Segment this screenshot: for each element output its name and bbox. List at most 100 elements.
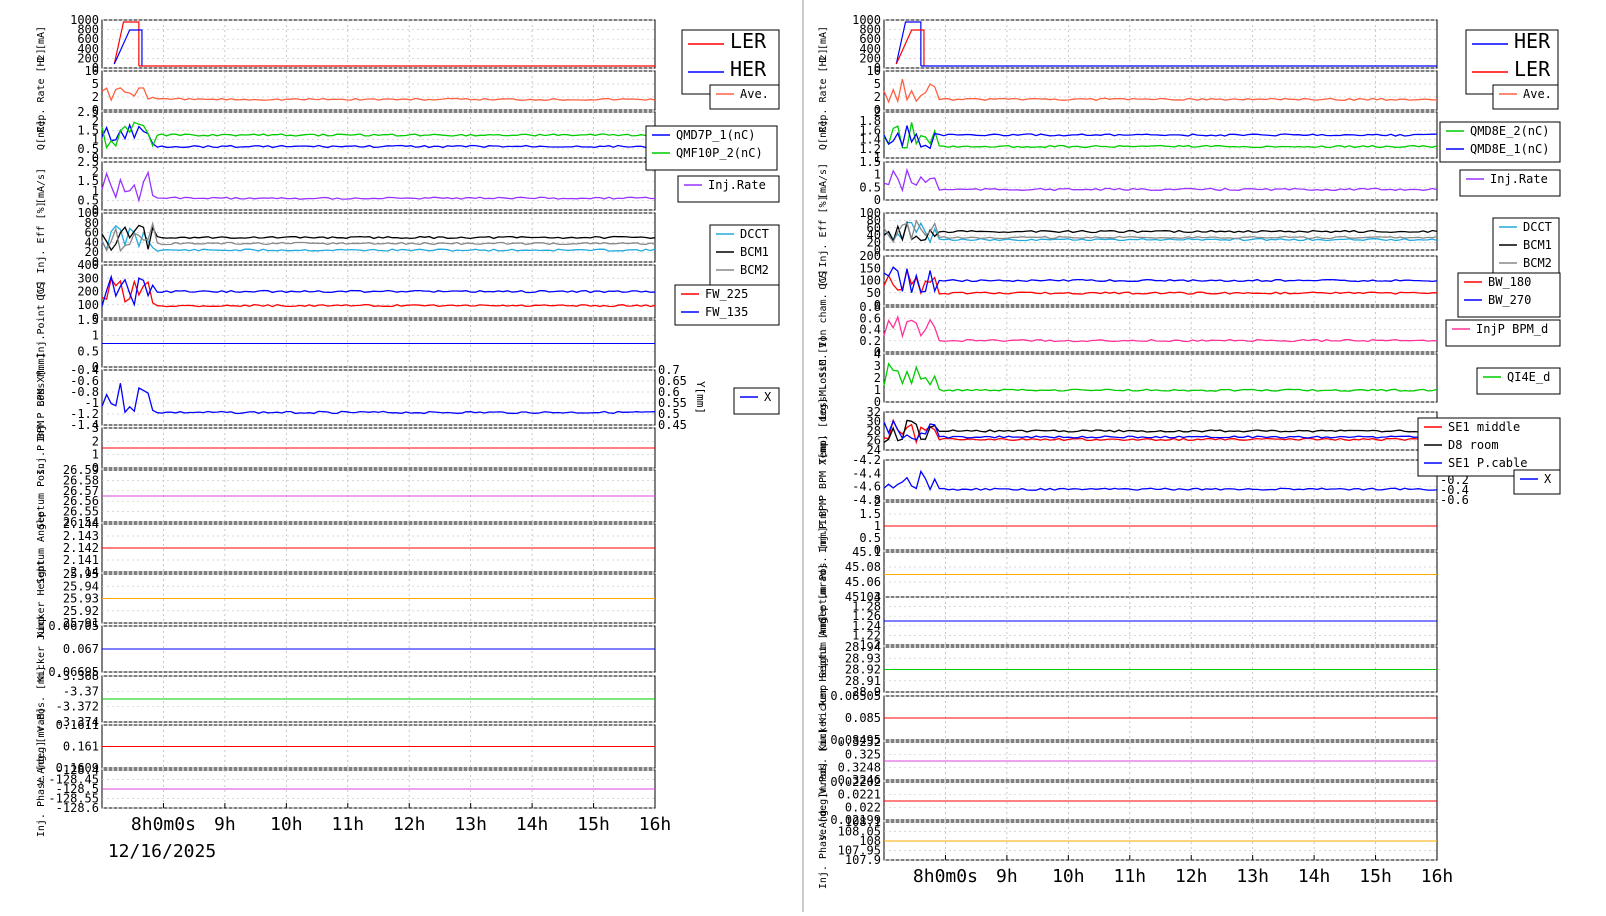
panel: 2.521.510.50Q[nC] <box>36 105 656 165</box>
legend-label: BCM2 <box>1523 256 1552 270</box>
y-tick-label: -4.4 <box>852 466 881 480</box>
y-axis-label: [mA/s] <box>818 163 829 199</box>
panel: -3.368-3.37-3.372-3.374V.Pos. [mm] <box>36 666 656 732</box>
panel: 200150100500OCS <box>818 249 1438 312</box>
legend: X <box>1513 469 1561 495</box>
legend: QI4E_d <box>1476 367 1561 395</box>
x-tick-label: 11h <box>332 814 365 835</box>
legend: HER LER <box>1465 29 1559 95</box>
legend-label: BCM1 <box>1523 238 1552 252</box>
legend-label: Ave. <box>1523 87 1552 101</box>
panel: 26.5926.5826.5726.5626.5526.54Septum Pos… <box>36 463 656 529</box>
y-tick-label: 400 <box>77 258 99 272</box>
x-tick-label: 16h <box>1421 866 1454 887</box>
legend: SE1 middle D8 room SE1 P.cable <box>1417 417 1561 477</box>
legend: DCCT BCM1 BCM2 <box>709 224 780 290</box>
y-axis-label: Inj. Eff [%] <box>818 195 829 267</box>
panel-frame <box>883 70 1438 111</box>
y2-tick-label: -0.6 <box>1440 493 1469 507</box>
series-trace <box>101 224 656 252</box>
legend: BW_180 BW_270 <box>1457 272 1561 318</box>
legend: QMD8E_2(nC) QMD8E_1(nC) <box>1439 121 1561 163</box>
x-tick-label: 13h <box>454 814 487 835</box>
y-tick-label: -3.368 <box>56 669 99 683</box>
y-tick-label: 10 <box>85 64 99 78</box>
legend: DCCT BCM1 BCM2 <box>1492 217 1560 283</box>
legend-label: QMD8E_2(nC) <box>1470 124 1549 138</box>
legend-label: LER <box>730 29 767 53</box>
y-tick-label: 0.5 <box>77 344 99 358</box>
panel-frame <box>101 369 656 426</box>
panel: 45.145.0845.0645.04Septum Pos. [mm] <box>818 526 1438 623</box>
current-trace <box>895 29 925 66</box>
y-tick-label: 3 <box>92 421 99 435</box>
legend-label: LER <box>1514 57 1551 81</box>
legend-label: SE1 P.cable <box>1448 456 1527 470</box>
x-tick-label: 8h0m0s <box>131 814 196 835</box>
panel: -4.2-4.4-4.6-4.80.20-0.2-0.4-0.6Inj.P BP… <box>818 435 1469 525</box>
series-trace <box>101 121 656 150</box>
y-tick-label: 45.1 <box>852 545 881 559</box>
legend-label: Inj.Rate <box>1490 172 1548 186</box>
series-trace <box>101 170 655 203</box>
panel-frame <box>101 19 656 69</box>
y-tick-label: 1 <box>92 329 99 343</box>
legend: Inj.Rate <box>677 175 780 203</box>
panel-frame <box>101 70 656 111</box>
legend-label: BCM1 <box>740 245 769 259</box>
legend-label: BW_270 <box>1488 293 1531 307</box>
x-tick-label: 8h0m0s <box>913 866 978 887</box>
legend-label: X <box>1544 472 1552 486</box>
panel: 2.1442.1432.1422.1412.14Septum Angle <box>36 512 656 584</box>
legend-label: DCCT <box>1523 220 1552 234</box>
legend: FW_225 FW_135 <box>674 284 780 326</box>
y-tick-label: 200 <box>77 285 99 299</box>
x-tick-label: 15h <box>1359 866 1392 887</box>
y-tick-label: -4.2 <box>852 453 881 467</box>
panel: 10520Rep. Rate [Hz] <box>36 48 656 133</box>
x-tick-label: 13h <box>1236 866 1269 887</box>
series-trace <box>101 224 656 252</box>
y-axis-label: Inj. Phase [deg] <box>36 741 47 837</box>
legend-box <box>1513 469 1561 495</box>
x-tick-label: 14h <box>516 814 549 835</box>
y-tick-label: 0.161 <box>63 740 99 754</box>
panel: 1.31.281.261.241.221.2Septum Angle [mrad… <box>818 564 1438 678</box>
panel: 43210LossM. SiC [V] <box>818 336 1438 420</box>
x-tick-label: 11h <box>1114 866 1147 887</box>
current-trace <box>895 21 922 66</box>
y-tick-label: 0.08505 <box>830 689 881 703</box>
y-tick-label: 5 <box>92 77 99 91</box>
series-trace <box>883 78 1438 104</box>
panel: 0.085050.0850.08495Kicker Jump <box>818 685 1438 751</box>
y-axis-label: Inj. Eff [%] <box>36 201 47 273</box>
legend-label: InjP BPM_d <box>1476 322 1548 336</box>
legend-label: HER <box>1514 29 1551 53</box>
panel: 10520Rep. Rate [Hz] <box>818 48 1438 133</box>
series-trace <box>101 274 656 307</box>
y-axis-label: Q[nC] <box>818 120 829 150</box>
chart-0: 10008006004002000I [mA]10520Rep. Rate [H… <box>36 13 780 862</box>
panel: 28.9428.9328.9228.9128.9Kicker Height [m… <box>818 615 1438 724</box>
legend-label: SE1 middle <box>1448 420 1520 434</box>
legend: Ave. <box>709 84 780 110</box>
series-trace <box>883 469 1438 492</box>
monitor-plots: 10008006004002000I [mA]10520Rep. Rate [H… <box>36 0 1561 912</box>
legend-label: FW_135 <box>705 305 748 319</box>
legend-label: QI4E_d <box>1507 370 1550 384</box>
x-tick-label: 9h <box>214 814 236 835</box>
panel: 4003002001000OCS <box>36 258 656 325</box>
x-tick-label: 12h <box>393 814 426 835</box>
panel: 0.022020.02210.0220.02199V.Ang. [mrad] <box>818 762 1438 840</box>
panel: 10008006004002000I [mA] <box>818 13 1438 75</box>
legend-label: QMD8E_1(nC) <box>1470 142 1549 156</box>
series-trace <box>101 276 656 308</box>
y-axis-label: Inj. Phase [deg] <box>818 793 829 889</box>
y2-axis-label: Y[mm] <box>694 381 707 414</box>
y-tick-label: 5 <box>874 77 881 91</box>
y-tick-label: 107.9 <box>845 853 881 867</box>
legend-label: BW_180 <box>1488 275 1531 289</box>
y-tick-label: 0.085 <box>845 711 881 725</box>
y-axis-label: Q[nC] <box>36 120 47 150</box>
legend: InjP BPM_d <box>1445 319 1561 347</box>
